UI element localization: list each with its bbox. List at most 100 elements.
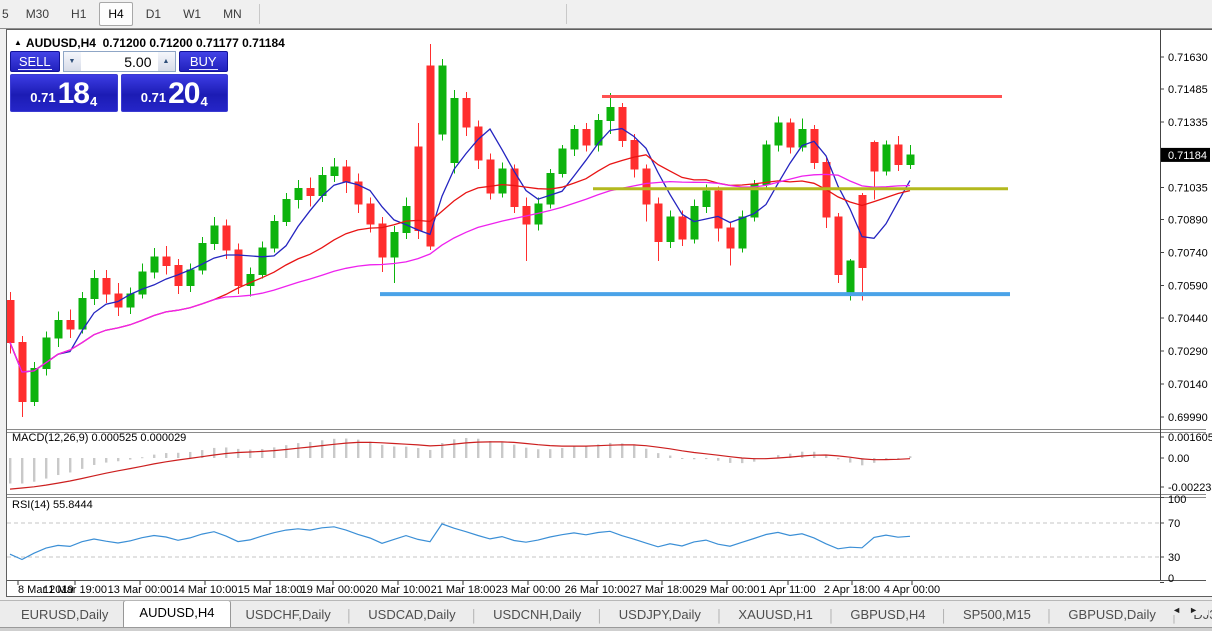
chart-title: ▲ AUDUSD,H4 0.71200 0.71200 0.71177 0.711… xyxy=(14,36,285,50)
macd-histogram-bar xyxy=(57,458,60,476)
macd-histogram-bar xyxy=(513,444,516,458)
price-tick-label: 0.71335 xyxy=(1168,117,1208,129)
macd-histogram-bar xyxy=(81,458,84,469)
buy-button[interactable]: BUY xyxy=(178,51,228,72)
macd-histogram-bar xyxy=(129,458,132,460)
macd-histogram-bar xyxy=(429,449,432,458)
date-tick-label: 19 Mar 00:00 xyxy=(301,584,366,596)
tab-separator: │ xyxy=(827,609,836,623)
macd-histogram-bar xyxy=(525,447,528,458)
price-tick-label: 0.71485 xyxy=(1168,84,1208,96)
rsi-tick-label: 30 xyxy=(1168,552,1180,564)
date-tick-label: 26 Mar 10:00 xyxy=(565,584,630,596)
macd-histogram-bar xyxy=(21,458,24,484)
price-axis: 0.71630 0.71485 0.71335 0.71035 0.70890 0.707… xyxy=(1160,52,1210,424)
date-tick-label: 14 Mar 10:00 xyxy=(173,584,238,596)
macd-histogram-bar xyxy=(165,453,168,458)
macd-histogram-bar xyxy=(189,451,192,458)
chart-tab-usdchf-daily[interactable]: USDCHF,Daily xyxy=(231,603,346,628)
date-tick-label: 20 Mar 10:00 xyxy=(366,584,431,596)
date-tick-label: 13 Mar 00:00 xyxy=(108,584,173,596)
price-tick-label: 0.71035 xyxy=(1168,183,1208,195)
chart-tab-audusd-h4[interactable]: AUDUSD,H4 xyxy=(123,601,231,628)
macd-label: MACD(12,26,9) 0.000525 0.000029 xyxy=(12,432,187,444)
macd-histogram-bar xyxy=(213,447,216,458)
volume-increase-button[interactable]: ▲ xyxy=(157,52,175,71)
chart-tab-usdcnh-daily[interactable]: USDCNH,Daily xyxy=(478,603,596,628)
price-tick-label: 0.69990 xyxy=(1168,412,1208,424)
macd-histogram-bar xyxy=(141,457,144,459)
macd-histogram-bar xyxy=(393,446,396,458)
macd-histogram-bar xyxy=(633,445,636,458)
macd-tick-label: -0.002235 xyxy=(1168,482,1212,494)
chart-tab-gbpusd-h4[interactable]: GBPUSD,H4 xyxy=(835,603,940,628)
ohlc-values: 0.71200 0.71200 0.71177 0.71184 xyxy=(102,36,285,50)
expand-triangle-icon[interactable]: ▲ xyxy=(14,38,22,47)
macd-signal-line xyxy=(9,441,911,490)
macd-histogram-bar xyxy=(93,458,96,465)
macd-histogram-bar xyxy=(705,458,708,460)
macd-histogram-bar xyxy=(561,448,564,458)
macd-histogram-bar xyxy=(273,447,276,458)
macd-histogram-bar xyxy=(405,446,408,458)
macd-histogram-bar xyxy=(453,439,456,458)
window-bottom-edge xyxy=(0,627,1212,631)
volume-decrease-button[interactable]: ▼ xyxy=(63,52,81,71)
date-tick-label: 27 Mar 18:00 xyxy=(630,584,695,596)
tab-separator: │ xyxy=(470,609,479,623)
macd-histogram-bar xyxy=(321,440,324,458)
chart-tab-sp500-m15[interactable]: SP500,M15 xyxy=(948,603,1046,628)
chart-tab-eurusd-daily[interactable]: EURUSD,Daily xyxy=(6,603,123,628)
chart-tab-usdjpy-daily[interactable]: USDJPY,Daily xyxy=(604,603,716,628)
buy-price-box[interactable]: 0.71 20 4 xyxy=(120,74,228,112)
sell-button[interactable]: SELL xyxy=(10,51,60,72)
macd-histogram-bar xyxy=(801,451,804,458)
volume-stepper: ▼ ▲ xyxy=(62,51,176,72)
trading-terminal: 5 M30 H1 H4 D1 W1 MN 0.71630 0.71485 0.71335 0.71… xyxy=(0,0,1212,631)
chart-tab-xauusd-h1[interactable]: XAUUSD,H1 xyxy=(723,603,827,628)
chart-tab-usdcad-daily[interactable]: USDCAD,Daily xyxy=(353,603,470,628)
macd-histogram-bar xyxy=(741,458,744,464)
macd-tick-label: 0.00 xyxy=(1168,453,1189,465)
macd-histogram-bar xyxy=(597,444,600,458)
chart-tab-gbpusd-daily[interactable]: GBPUSD,Daily xyxy=(1053,603,1170,628)
tab-scroll-right-icon[interactable]: ► xyxy=(1189,605,1206,615)
macd-histogram-bar xyxy=(465,437,468,458)
tab-separator: │ xyxy=(1045,609,1054,623)
macd-histogram-bar xyxy=(345,438,348,458)
trade-panel-prices: 0.71 18 4 0.71 20 4 xyxy=(10,74,228,112)
macd-histogram-bar xyxy=(729,458,732,463)
macd-histogram-bar xyxy=(69,458,72,473)
macd-histogram-bar xyxy=(849,458,852,463)
macd-histogram-bar xyxy=(45,458,48,479)
macd-histogram-bar xyxy=(717,458,720,461)
tab-separator: │ xyxy=(715,609,724,623)
macd-histogram-bar xyxy=(9,458,12,484)
date-tick-label: 23 Mar 00:00 xyxy=(496,584,561,596)
price-tick-label: 0.70740 xyxy=(1168,247,1208,259)
macd-histogram-bar xyxy=(681,458,684,459)
macd-histogram-bar xyxy=(537,449,540,458)
macd-histogram-bar xyxy=(333,438,336,458)
symbol-period-label: AUDUSD,H4 xyxy=(25,36,96,50)
date-tick-label: 11 Mar 19:00 xyxy=(43,584,107,596)
macd-histogram-bar xyxy=(225,447,228,458)
macd-histogram-bar xyxy=(873,458,876,463)
rsi-line xyxy=(9,523,911,561)
date-tick-label: 15 Mar 18:00 xyxy=(238,584,303,596)
date-tick-label: 21 Mar 18:00 xyxy=(431,584,496,596)
macd-tick-label: 0.001605 xyxy=(1168,432,1212,444)
rsi-tick-label: 70 xyxy=(1168,518,1180,530)
volume-input[interactable] xyxy=(80,52,158,71)
macd-histogram-bar xyxy=(693,458,696,460)
tab-scroll-left-icon[interactable]: ◄ xyxy=(1172,605,1189,615)
macd-histogram-bar xyxy=(669,455,672,458)
macd-histogram-bar xyxy=(285,445,288,458)
macd-histogram-bar xyxy=(645,448,648,458)
macd-histogram-bar xyxy=(249,449,252,458)
sell-price-box[interactable]: 0.71 18 4 xyxy=(10,74,118,112)
macd-histogram-bar xyxy=(309,441,312,458)
time-axis: 8 Mar 201911 Mar 19:00 13 Mar 00:00 14 Mar… xyxy=(17,581,940,596)
trade-panel-controls: SELL ▼ ▲ BUY xyxy=(10,51,228,72)
rsi-tick-label: 100 xyxy=(1168,494,1186,506)
